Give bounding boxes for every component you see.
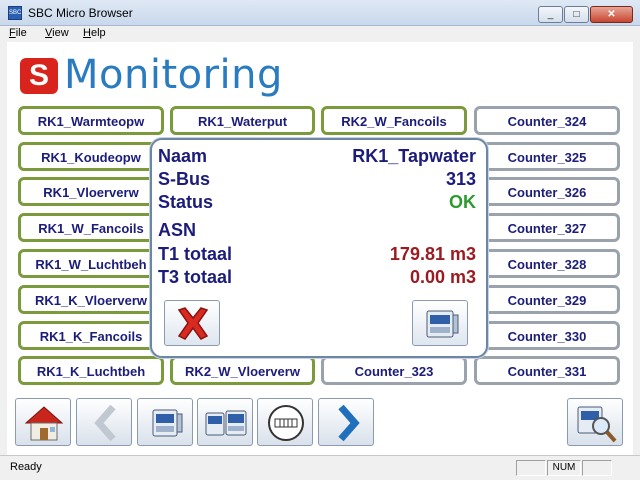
- logo-mark: S: [20, 58, 58, 94]
- status-label: Status: [158, 192, 214, 212]
- window-title: SBC Micro Browser: [28, 6, 133, 20]
- tile-rk1-vloerverw[interactable]: RK1_Vloerverw: [18, 177, 164, 206]
- app-icon: SBC: [8, 6, 22, 20]
- sbus-value: 313: [445, 169, 476, 189]
- popup-close-button[interactable]: [164, 300, 220, 346]
- tile-counter-329[interactable]: Counter_329: [474, 285, 620, 314]
- device-search-icon: [577, 406, 617, 443]
- tile-counter-328[interactable]: Counter_328: [474, 249, 620, 278]
- status-pane-num: NUM: [547, 460, 581, 476]
- tile-counter-331[interactable]: Counter_331: [474, 356, 620, 385]
- asn-label: ASN: [158, 220, 197, 240]
- tile-rk1-k-vloerverw[interactable]: RK1_K_Vloerverw: [18, 285, 164, 314]
- tile-rk1-k-fancoils[interactable]: RK1_K_Fancoils: [18, 321, 164, 350]
- popup-device-button[interactable]: [412, 300, 468, 346]
- back-button[interactable]: [76, 398, 132, 446]
- title-bar: SBC SBC Micro Browser _ □ ✕: [0, 0, 640, 26]
- tile-rk1-koudeopw[interactable]: RK1_Koudeopw: [18, 142, 164, 171]
- forward-button[interactable]: [318, 398, 374, 446]
- tile-rk1-k-luchtbeh[interactable]: RK1_K_Luchtbeh: [18, 356, 164, 385]
- logo-title: Monitoring: [64, 52, 283, 98]
- devices-icon: [205, 410, 247, 436]
- tile-rk1-waterput[interactable]: RK1_Waterput: [170, 106, 315, 135]
- t3-label: T3 totaal: [158, 267, 233, 287]
- tile-rk2-w-fancoils[interactable]: RK2_W_Fancoils: [321, 106, 467, 135]
- device-icon: [426, 310, 459, 338]
- tile-counter-327[interactable]: Counter_327: [474, 213, 620, 242]
- counter-icon: [268, 405, 304, 441]
- tile-counter-323[interactable]: Counter_323: [321, 356, 467, 385]
- status-pane-scroll: [582, 460, 612, 476]
- tile-rk2-w-vloerverw[interactable]: RK2_W_Vloerverw: [170, 356, 315, 385]
- status-value: OK: [449, 192, 476, 212]
- t1-value: 179.81 m3: [389, 244, 476, 264]
- device-search-button[interactable]: [567, 398, 623, 446]
- status-pane-caps: [516, 460, 546, 476]
- tile-rk1-w-luchtbeh[interactable]: RK1_W_Luchtbeh: [18, 249, 164, 278]
- tile-rk1-warmteopw[interactable]: RK1_Warmteopw: [18, 106, 164, 135]
- forward-arrow-icon: [338, 404, 360, 442]
- status-text: Ready: [10, 461, 42, 473]
- tile-counter-326[interactable]: Counter_326: [474, 177, 620, 206]
- home-button[interactable]: [15, 398, 71, 446]
- menu-view[interactable]: View: [45, 27, 69, 39]
- sbus-label: S-Bus: [158, 169, 211, 189]
- back-arrow-icon: [94, 404, 116, 442]
- close-button[interactable]: ✕: [590, 6, 633, 23]
- tile-counter-325[interactable]: Counter_325: [474, 142, 620, 171]
- menu-bar: File View Help: [0, 26, 640, 42]
- device-button[interactable]: [137, 398, 193, 446]
- counter-button[interactable]: [257, 398, 313, 446]
- detail-popup: Naam RK1_Tapwater S-Bus 313 Status OK AS…: [150, 138, 488, 358]
- naam-label: Naam: [158, 146, 208, 166]
- home-icon: [24, 406, 64, 441]
- tile-rk1-w-fancoils[interactable]: RK1_W_Fancoils: [18, 213, 164, 242]
- minimize-button[interactable]: _: [538, 6, 563, 23]
- tile-counter-324[interactable]: Counter_324: [474, 106, 620, 135]
- devices-button[interactable]: [197, 398, 253, 446]
- t1-label: T1 totaal: [158, 244, 233, 264]
- maximize-button[interactable]: □: [564, 6, 589, 23]
- menu-help[interactable]: Help: [83, 27, 106, 39]
- red-x-icon: [177, 307, 209, 340]
- tile-counter-330[interactable]: Counter_330: [474, 321, 620, 350]
- menu-file[interactable]: File: [9, 27, 27, 39]
- naam-value: RK1_Tapwater: [352, 146, 476, 166]
- device-icon: [152, 409, 183, 437]
- status-bar: Ready NUM: [0, 455, 640, 480]
- t3-value: 0.00 m3: [409, 267, 476, 287]
